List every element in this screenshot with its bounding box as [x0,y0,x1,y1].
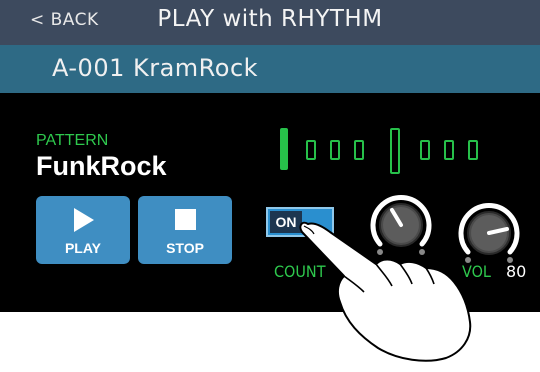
beat-4-indicator [354,140,364,160]
stop-label: STOP [166,240,204,256]
play-icon [74,208,94,232]
beat-2-indicator [306,140,316,160]
stop-icon [175,209,196,230]
stop-button[interactable]: STOP [138,196,232,264]
beat-3-indicator [330,140,340,160]
play-label: PLAY [64,240,102,256]
beat-6-indicator [420,140,430,160]
project-name-bar: A-001 KramRock [0,45,540,93]
volume-value: 80 [506,262,527,281]
page-title: PLAY with RHYTHM [157,6,383,32]
pointing-hand-icon [299,221,472,362]
beat-7-indicator [444,140,454,160]
pattern-label: PATTERN [36,132,109,149]
beat-1-indicator [280,128,288,170]
project-name: A-001 KramRock [52,54,259,82]
beat-5-indicator [390,128,400,174]
play-button[interactable]: PLAY [36,196,130,264]
beat-8-indicator [468,140,478,160]
header-bar: < BACK PLAY with RHYTHM [0,0,540,45]
pattern-name[interactable]: FunkRock [36,151,167,182]
